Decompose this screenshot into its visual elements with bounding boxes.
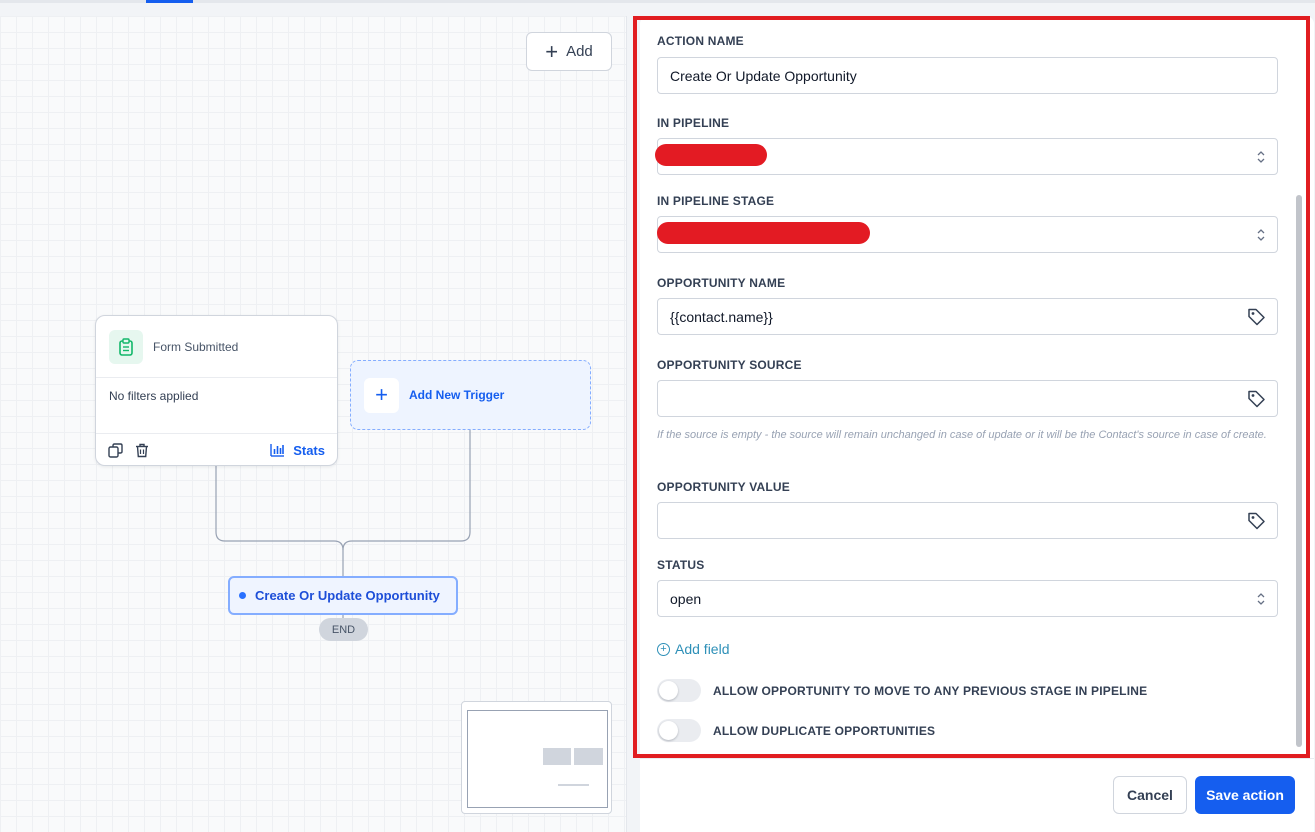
stats-label: Stats	[293, 442, 325, 458]
status-dot	[239, 592, 246, 599]
minimap-node	[543, 748, 571, 765]
allow-duplicates-toggle[interactable]	[657, 719, 701, 742]
action-name-input[interactable]: Create Or Update Opportunity	[657, 57, 1278, 94]
toggle-row-allow-duplicates: ALLOW DUPLICATE OPPORTUNITIES	[657, 719, 935, 742]
pipeline-label: IN PIPELINE	[657, 116, 730, 130]
opportunity-name-input[interactable]: {{contact.name}}	[657, 298, 1278, 335]
clipboard-icon	[109, 329, 143, 364]
minimap-node	[558, 784, 589, 786]
redaction-mark	[657, 222, 870, 244]
opportunity-name-label: OPPORTUNITY NAME	[657, 276, 786, 290]
add-new-trigger-card[interactable]: + Add New Trigger	[350, 360, 591, 430]
trash-icon[interactable]	[135, 443, 149, 458]
status-value: open	[670, 590, 702, 607]
allow-duplicates-label: ALLOW DUPLICATE OPPORTUNITIES	[713, 723, 936, 738]
plus-icon: +	[364, 377, 399, 413]
add-button-label: Add	[566, 43, 593, 60]
cancel-button[interactable]: Cancel	[1113, 776, 1187, 814]
trigger-title: Form Submitted	[153, 339, 239, 354]
trigger-card-header: Form Submitted	[96, 316, 337, 378]
redaction-mark	[655, 144, 767, 166]
toggle-knob	[659, 721, 678, 740]
plus-circle-icon: +	[657, 642, 670, 656]
select-arrows-icon	[1256, 592, 1266, 606]
trigger-filters-text: No filters applied	[96, 378, 337, 434]
select-arrows-icon	[1256, 228, 1266, 242]
toggle-knob	[659, 681, 678, 700]
footer-divider	[640, 758, 1314, 759]
status-label: STATUS	[657, 558, 705, 572]
opportunity-source-label: OPPORTUNITY SOURCE	[657, 358, 802, 372]
select-arrows-icon	[1256, 150, 1266, 164]
pipeline-stage-label: IN PIPELINE STAGE	[657, 194, 775, 208]
tag-icon[interactable]	[1247, 307, 1266, 326]
opportunity-name-value: {{contact.name}}	[670, 308, 773, 325]
minimap-node	[574, 748, 603, 765]
workflow-canvas[interactable]: + Add Form Submitted No filters applied	[0, 16, 627, 832]
action-name-label: ACTION NAME	[657, 34, 744, 48]
trigger-card-form-submitted[interactable]: Form Submitted No filters applied Stats	[95, 315, 338, 466]
bar-chart-icon	[270, 444, 285, 457]
add-new-trigger-label: Add New Trigger	[409, 388, 505, 402]
end-node: END	[319, 618, 368, 641]
tag-icon[interactable]	[1247, 511, 1266, 530]
action-name-value: Create Or Update Opportunity	[670, 67, 857, 84]
plus-icon: +	[545, 38, 559, 64]
trigger-card-footer: Stats	[96, 434, 337, 466]
status-select[interactable]: open	[657, 580, 1278, 617]
active-tab-indicator	[146, 0, 193, 3]
opportunity-value-label: OPPORTUNITY VALUE	[657, 480, 790, 494]
add-field-link[interactable]: + Add field	[657, 641, 729, 657]
allow-move-previous-stage-label: ALLOW OPPORTUNITY TO MOVE TO ANY PREVIOU…	[713, 683, 1148, 698]
stats-button[interactable]: Stats	[270, 443, 325, 458]
minimap[interactable]	[461, 701, 612, 814]
action-node-label: Create Or Update Opportunity	[255, 588, 440, 603]
opportunity-source-hint: If the source is empty - the source will…	[657, 429, 1267, 441]
minimap-viewport[interactable]	[467, 710, 608, 808]
toggle-row-move-previous-stage: ALLOW OPPORTUNITY TO MOVE TO ANY PREVIOU…	[657, 679, 1147, 702]
panel-scrollbar[interactable]	[1296, 195, 1302, 747]
opportunity-value-input[interactable]	[657, 502, 1278, 539]
action-node-create-or-update-opportunity[interactable]: Create Or Update Opportunity	[228, 576, 458, 615]
allow-move-previous-stage-toggle[interactable]	[657, 679, 701, 702]
opportunity-source-input[interactable]	[657, 380, 1278, 417]
top-tab-strip	[0, 0, 1315, 3]
add-node-button[interactable]: + Add	[526, 32, 612, 71]
tag-icon[interactable]	[1247, 389, 1266, 408]
add-field-label: Add field	[675, 641, 730, 657]
save-action-button[interactable]: Save action	[1195, 776, 1295, 814]
copy-icon[interactable]	[108, 442, 123, 458]
